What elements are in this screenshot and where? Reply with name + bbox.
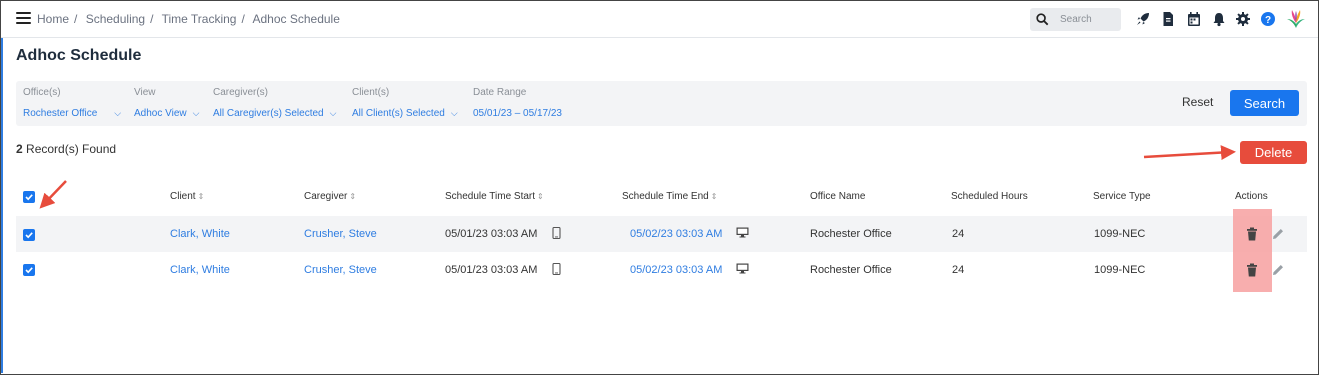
select-all-checkbox[interactable] — [23, 191, 35, 203]
breadcrumb-home[interactable]: Home — [37, 12, 69, 26]
office-name: Rochester Office — [810, 264, 892, 276]
menu-icon[interactable] — [16, 12, 31, 24]
rocket-icon[interactable] — [1135, 11, 1151, 27]
client-link[interactable]: Clark, White — [170, 264, 230, 276]
sort-icon: ⇕ — [197, 192, 205, 201]
calendar-icon[interactable] — [1186, 11, 1202, 27]
schedule-start: 05/01/23 03:03 AM — [445, 228, 538, 240]
row-checkbox[interactable] — [23, 264, 35, 276]
schedule-start: 05/01/23 03:03 AM — [445, 264, 538, 276]
chevron-down-icon: ⌵ — [114, 108, 122, 118]
bell-icon[interactable] — [1211, 11, 1227, 27]
sort-icon: ⇕ — [349, 192, 357, 201]
header-schedule-end[interactable]: Schedule Time End ⇕ — [622, 191, 717, 202]
schedule-end-link[interactable]: 05/02/23 03:03 AM — [630, 264, 722, 276]
records-found: 2 Record(s) Found — [16, 142, 116, 156]
filter-client-select[interactable]: All Client(s) Selected ⌵ — [352, 108, 458, 119]
chevron-down-icon: ⌵ — [450, 108, 458, 118]
filter-date-range: Date Range 05/01/23 – 05/17/23 — [473, 87, 562, 121]
filter-client: Client(s) All Client(s) Selected ⌵ — [352, 87, 458, 121]
header-client[interactable]: Client ⇕ — [170, 191, 204, 202]
chevron-down-icon: ⌵ — [329, 108, 337, 118]
document-icon[interactable] — [1160, 11, 1176, 27]
pencil-icon[interactable] — [1271, 263, 1285, 277]
pencil-icon[interactable] — [1271, 227, 1285, 241]
filter-view-label: View — [134, 87, 156, 98]
header-schedule-start[interactable]: Schedule Time Start ⇕ — [445, 191, 544, 202]
filter-caregiver-select[interactable]: All Caregiver(s) Selected ⌵ — [213, 108, 336, 119]
breadcrumb-current: Adhoc Schedule — [252, 12, 340, 26]
filter-office-select[interactable]: Rochester Office ⌵ — [23, 108, 121, 119]
desktop-icon — [736, 227, 749, 238]
breadcrumb-scheduling[interactable]: Scheduling — [86, 12, 145, 26]
delete-button[interactable]: Delete — [1240, 141, 1307, 164]
caregiver-link[interactable]: Crusher, Steve — [304, 264, 377, 276]
service-type: 1099-NEC — [1094, 264, 1146, 276]
filter-caregiver-label: Caregiver(s) — [213, 87, 269, 98]
filter-caregiver: Caregiver(s) All Caregiver(s) Selected ⌵ — [213, 87, 336, 121]
filter-panel: Office(s) Rochester Office ⌵ View Adhoc V… — [16, 81, 1307, 126]
top-bar: Home / Scheduling / Time Tracking / Adhoc S… — [1, 1, 1318, 38]
date-range-picker[interactable]: 05/01/23 – 05/17/23 — [473, 108, 562, 119]
left-accent-bar — [1, 38, 3, 373]
global-search — [1030, 8, 1121, 31]
filter-view-select[interactable]: Adhoc View ⌵ — [134, 108, 199, 119]
scheduled-hours: 24 — [952, 264, 965, 276]
records-count: 2 — [16, 142, 23, 156]
trash-icon[interactable] — [1246, 263, 1258, 277]
filter-client-label: Client(s) — [352, 87, 390, 98]
breadcrumb: Home / Scheduling / Time Tracking / Adhoc S… — [37, 12, 340, 26]
filter-date-range-label: Date Range — [473, 87, 527, 98]
sort-icon: ⇕ — [710, 192, 718, 201]
search-button[interactable]: Search — [1230, 90, 1299, 116]
breadcrumb-time-tracking[interactable]: Time Tracking — [162, 12, 237, 26]
service-type: 1099-NEC — [1094, 228, 1146, 240]
mobile-phone-icon — [552, 263, 561, 275]
header-caregiver[interactable]: Caregiver ⇕ — [304, 191, 356, 202]
filter-view: View Adhoc View ⌵ — [134, 87, 199, 121]
client-link[interactable]: Clark, White — [170, 228, 230, 240]
row-checkbox[interactable] — [23, 229, 35, 241]
sort-icon: ⇕ — [537, 192, 544, 201]
mobile-phone-icon — [552, 227, 561, 239]
desktop-icon — [736, 263, 749, 274]
trash-icon[interactable] — [1246, 227, 1258, 241]
help-icon[interactable]: ? — [1260, 11, 1276, 27]
header-actions: Actions — [1235, 191, 1268, 202]
window-frame — [0, 0, 1319, 375]
logo-icon — [1287, 10, 1305, 28]
gear-icon[interactable] — [1235, 11, 1251, 27]
svg-text:?: ? — [1265, 15, 1271, 26]
filter-office: Office(s) Rochester Office ⌵ — [23, 87, 121, 121]
page-title: Adhoc Schedule — [16, 47, 142, 64]
search-icon — [1036, 13, 1049, 26]
office-name: Rochester Office — [810, 228, 892, 240]
records-label: Record(s) Found — [22, 142, 117, 156]
scheduled-hours: 24 — [952, 228, 965, 240]
actions-annotation-highlight — [1233, 209, 1272, 292]
header-service-type: Service Type — [1093, 191, 1151, 202]
chevron-down-icon: ⌵ — [192, 108, 200, 118]
header-office-name: Office Name — [810, 191, 866, 202]
filter-office-label: Office(s) — [23, 87, 61, 98]
header-scheduled-hours: Scheduled Hours — [951, 191, 1028, 202]
schedule-end-link[interactable]: 05/02/23 03:03 AM — [630, 228, 722, 240]
search-input[interactable] — [1060, 11, 1118, 28]
reset-button[interactable]: Reset — [1182, 95, 1213, 109]
caregiver-link[interactable]: Crusher, Steve — [304, 228, 377, 240]
